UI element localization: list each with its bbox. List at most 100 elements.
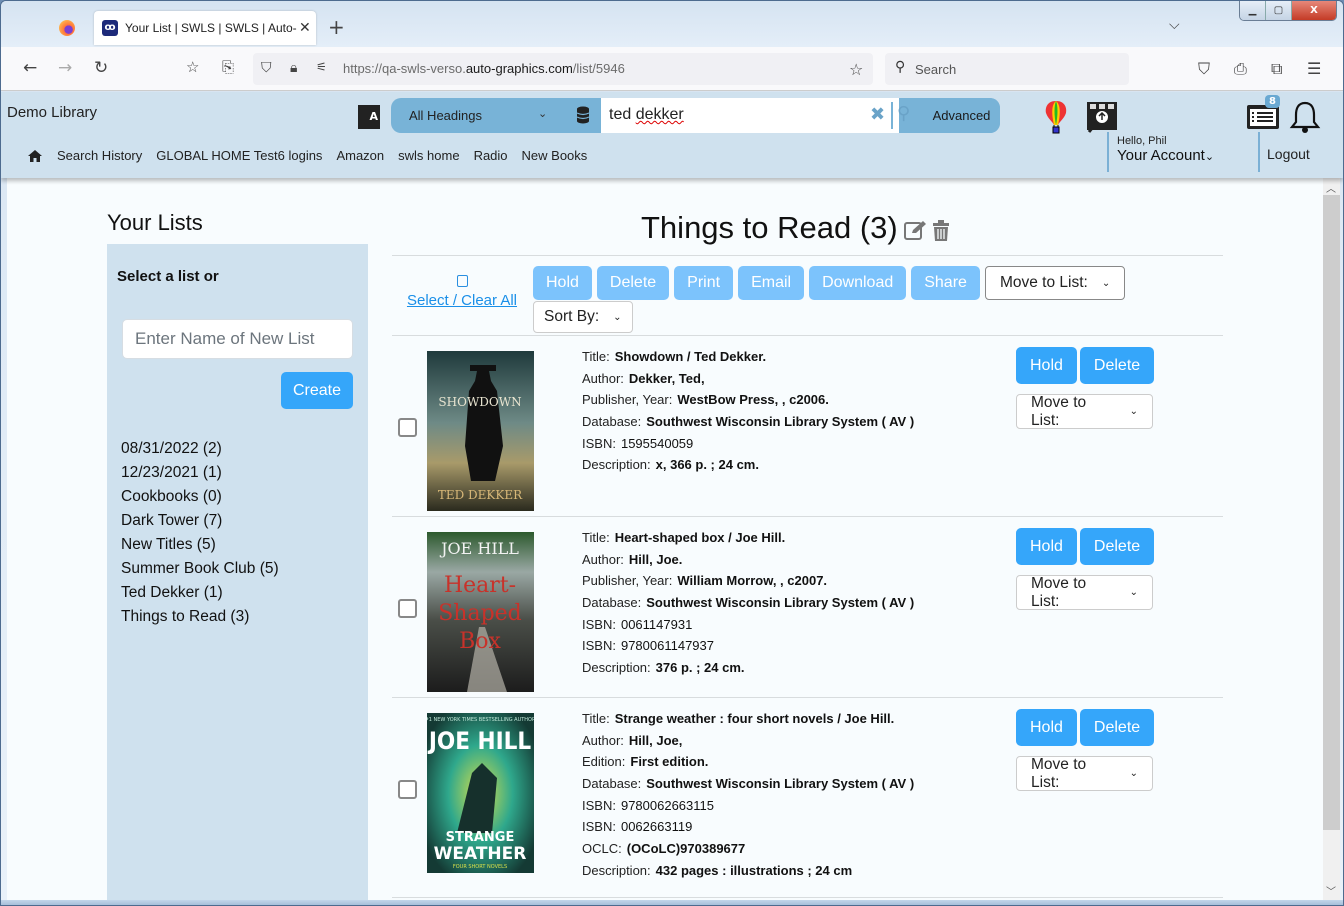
minimize-button[interactable]: ▁: [1240, 1, 1266, 20]
chevron-down-icon: ⌄: [1129, 587, 1138, 598]
new-list-name-input[interactable]: [122, 319, 353, 359]
browser-toolbar: ← → ↻ ☆ ⎘ ⛉ 🔒︎ ⚟ https://qa-swls-verso.a…: [1, 47, 1343, 91]
extensions-icon[interactable]: ⧉: [1271, 59, 1282, 79]
detail-row: Publisher, Year: WestBow Press, , c2006.: [582, 392, 829, 408]
quick-link-radio[interactable]: Radio: [474, 148, 508, 163]
list-link[interactable]: 08/31/2022 (2): [121, 437, 279, 461]
search-icon: ⚲: [895, 59, 906, 75]
item-checkbox[interactable]: [398, 780, 417, 799]
share-page-icon[interactable]: ⎘: [222, 58, 234, 76]
detail-row: Author: Hill, Joe,: [582, 732, 683, 748]
shield-icon[interactable]: ⛉: [261, 60, 272, 76]
bookmark-page-icon[interactable]: ☆: [186, 58, 199, 76]
item-title-link[interactable]: Strange weather : four short novels / Jo…: [615, 711, 895, 726]
url-bar[interactable]: ⛉ 🔒︎ ⚟ https://qa-swls-verso.auto-graphi…: [253, 53, 873, 85]
book-cover-image[interactable]: #1 NEW YORK TIMES BESTSELLING AUTHOR JOE…: [427, 713, 534, 873]
item-delete-button[interactable]: Delete: [1079, 528, 1155, 565]
list-link[interactable]: Things to Read (3): [121, 605, 279, 629]
item-hold-button[interactable]: Hold: [1016, 347, 1077, 384]
checkbox-icon[interactable]: [456, 275, 468, 287]
book-cover-image[interactable]: JOE HILL Heart- Shaped Box: [427, 532, 534, 692]
list-tabs-chevron-icon[interactable]: ⌵: [1169, 17, 1180, 33]
close-window-button[interactable]: X: [1292, 1, 1336, 20]
edit-icon[interactable]: [904, 220, 928, 240]
maximize-button[interactable]: ▢: [1266, 1, 1292, 20]
url-text[interactable]: https://qa-swls-verso.auto-graphics.com/…: [343, 61, 625, 76]
item-hold-button[interactable]: Hold: [1016, 528, 1077, 565]
bell-icon[interactable]: [1289, 100, 1321, 134]
your-account-dropdown[interactable]: Your Account⌄: [1117, 147, 1214, 164]
bulk-delete-button[interactable]: Delete: [596, 266, 670, 300]
forward-icon[interactable]: →: [58, 58, 72, 78]
logout-link[interactable]: Logout: [1267, 146, 1310, 162]
database-icon[interactable]: [576, 106, 590, 124]
pocket-icon[interactable]: ⛉: [1198, 59, 1210, 79]
select-clear-all[interactable]: Select / Clear All: [404, 272, 520, 309]
language-icon[interactable]: A: [358, 105, 380, 129]
menu-icon[interactable]: ☰: [1307, 59, 1321, 78]
list-link[interactable]: New Titles (5): [121, 533, 279, 557]
list-link[interactable]: Summer Book Club (5): [121, 557, 279, 581]
item-move-to-list-select[interactable]: Move to List: ⌄: [1016, 756, 1153, 791]
bulk-hold-button[interactable]: Hold: [533, 266, 592, 300]
window-bottom-border: [1, 900, 1343, 905]
search-scope-select[interactable]: All Headings: [409, 108, 482, 123]
clear-search-icon[interactable]: ✖: [870, 104, 885, 125]
film-search-icon[interactable]: [1085, 100, 1119, 134]
back-icon[interactable]: ←: [23, 58, 37, 78]
scroll-up-icon[interactable]: ︿: [1326, 180, 1336, 195]
list-link[interactable]: Dark Tower (7): [121, 509, 279, 533]
item-move-to-list-select[interactable]: Move to List: ⌄: [1016, 575, 1153, 610]
bulk-move-to-list-select[interactable]: Move to List: ⌄: [984, 266, 1126, 300]
scroll-thumb[interactable]: [1323, 195, 1340, 830]
star-icon[interactable]: ☆: [849, 60, 863, 79]
detail-row: Publisher, Year: William Morrow, , c2007.: [582, 573, 828, 589]
new-tab-button[interactable]: +: [328, 15, 345, 39]
list-link[interactable]: 12/23/2021 (1): [121, 461, 279, 485]
print-icon[interactable]: ⎙: [1234, 59, 1247, 79]
quick-link-search-history[interactable]: Search History: [57, 148, 142, 163]
list-link[interactable]: Ted Dekker (1): [121, 581, 279, 605]
tab-active[interactable]: ꝏ Your List | SWLS | SWLS | Auto-Graphic…: [94, 11, 316, 45]
item-hold-button[interactable]: Hold: [1016, 709, 1077, 746]
search-icon[interactable]: ⚲: [897, 103, 910, 124]
item-checkbox[interactable]: [398, 599, 417, 618]
advanced-search-button[interactable]: Advanced: [923, 98, 1000, 133]
close-tab-icon[interactable]: ✕: [299, 20, 311, 36]
detail-row: Author: Hill, Joe.: [582, 551, 683, 567]
account-menu[interactable]: Hello, Phil Your Account⌄: [1107, 132, 1214, 172]
sort-by-select[interactable]: Sort By: ⌄: [533, 301, 633, 333]
bulk-share-button[interactable]: Share: [911, 266, 980, 300]
page-scrollbar[interactable]: ︿ ﹀: [1323, 178, 1340, 900]
hot-air-balloon-icon[interactable]: [1044, 100, 1068, 134]
item-checkbox[interactable]: [398, 418, 417, 437]
create-list-button[interactable]: Create: [281, 372, 353, 409]
detail-row: Description: 376 p. ; 24 cm.: [582, 660, 745, 676]
scroll-down-icon[interactable]: ﹀: [1326, 883, 1336, 898]
select-clear-all-link[interactable]: Select / Clear All: [404, 292, 520, 309]
item-details: Title: Showdown / Ted Dekker. Author: Dekk…: [582, 346, 914, 476]
firefox-icon[interactable]: [59, 20, 75, 36]
item-title-link[interactable]: Heart-shaped box / Joe Hill.: [615, 530, 786, 545]
bulk-email-button[interactable]: Email: [738, 266, 805, 300]
bulk-print-button[interactable]: Print: [674, 266, 734, 300]
home-icon[interactable]: [27, 149, 43, 163]
quick-link-amazon[interactable]: Amazon: [336, 148, 384, 163]
list-link[interactable]: Cookbooks (0): [121, 485, 279, 509]
quick-link-swls-home[interactable]: swls home: [398, 148, 459, 163]
bulk-download-button[interactable]: Download: [809, 266, 907, 300]
permissions-icon[interactable]: ⚟: [316, 60, 327, 74]
quick-link-global-home[interactable]: GLOBAL HOME Test6 logins: [156, 148, 322, 163]
item-delete-button[interactable]: Delete: [1079, 347, 1155, 384]
quick-link-new-books[interactable]: New Books: [522, 148, 588, 163]
reload-icon[interactable]: ↻: [94, 58, 108, 78]
list-item: SHOWDOWN TED DEKKER Title: Showdown / Ted…: [392, 336, 1223, 517]
book-cover-image[interactable]: SHOWDOWN TED DEKKER: [427, 351, 534, 511]
item-title-link[interactable]: Showdown / Ted Dekker.: [615, 349, 766, 364]
item-delete-button[interactable]: Delete: [1079, 709, 1155, 746]
trash-icon[interactable]: [932, 220, 950, 242]
chevron-down-icon[interactable]: ⌄: [538, 107, 547, 120]
item-move-to-list-select[interactable]: Move to List: ⌄: [1016, 394, 1153, 429]
lock-icon[interactable]: 🔒︎: [290, 60, 297, 76]
browser-search-input[interactable]: ⚲ Search: [885, 53, 1129, 85]
